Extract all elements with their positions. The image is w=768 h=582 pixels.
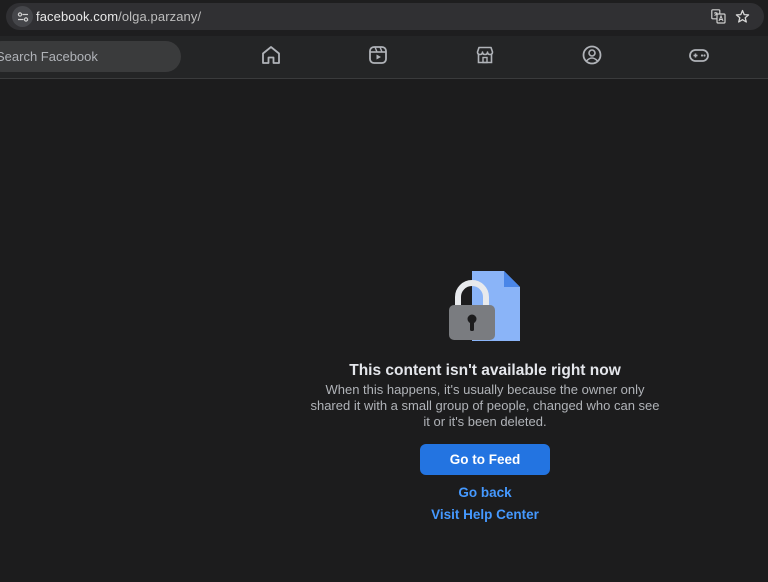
url-path: /olga.parzany/ xyxy=(118,9,202,24)
facebook-top-nav xyxy=(0,36,768,79)
error-title: This content isn't available right now xyxy=(349,362,621,379)
error-description: When this happens, it's usually because … xyxy=(310,382,660,429)
tab-home[interactable] xyxy=(256,42,286,72)
video-icon xyxy=(367,44,389,71)
tab-marketplace[interactable] xyxy=(470,42,500,72)
locked-document-icon xyxy=(448,271,522,348)
home-icon xyxy=(260,44,282,71)
search-box[interactable] xyxy=(0,41,181,72)
marketplace-icon xyxy=(474,44,496,71)
main-content: This content isn't available right now W… xyxy=(0,80,768,582)
bookmark-star-icon[interactable] xyxy=(735,9,750,29)
translate-icon[interactable] xyxy=(711,9,726,29)
tab-gaming[interactable] xyxy=(684,42,714,72)
visit-help-center-link[interactable]: Visit Help Center xyxy=(385,507,585,522)
tab-groups[interactable] xyxy=(577,42,607,72)
browser-toolbar: facebook.com/olga.parzany/ xyxy=(0,0,768,36)
address-bar[interactable]: facebook.com/olga.parzany/ xyxy=(6,3,764,30)
url-host: facebook.com xyxy=(36,9,119,24)
url-text[interactable]: facebook.com/olga.parzany/ xyxy=(36,9,201,24)
search-input[interactable] xyxy=(0,41,181,72)
go-back-link[interactable]: Go back xyxy=(385,485,585,500)
tab-video[interactable] xyxy=(363,42,393,72)
groups-icon xyxy=(581,44,603,71)
gaming-icon xyxy=(688,44,710,71)
site-info-icon[interactable] xyxy=(12,6,33,27)
go-to-feed-button[interactable]: Go to Feed xyxy=(420,444,550,475)
